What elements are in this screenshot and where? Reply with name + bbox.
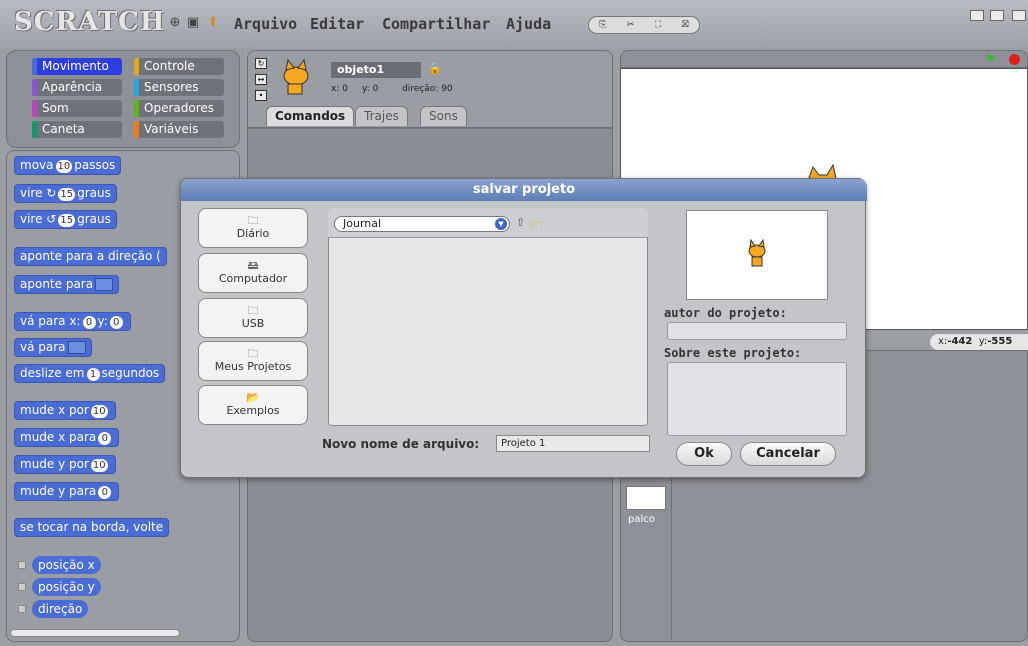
about-label: Sobre este projeto: xyxy=(664,346,802,360)
grow-icon[interactable]: ⛶ xyxy=(655,20,661,30)
menu-arquivo[interactable]: Arquivo xyxy=(234,15,297,33)
checkbox-direcao[interactable] xyxy=(18,605,26,613)
block-change-x[interactable]: mude x por 10 xyxy=(14,401,116,420)
block-bounce[interactable]: se tocar na borda, volte xyxy=(14,518,170,537)
save-icon[interactable]: ▣ xyxy=(186,16,200,30)
folder-icon: 🗀 xyxy=(247,304,259,317)
path-dropdown[interactable]: Journal ▼ xyxy=(334,216,510,232)
block-set-x[interactable]: mude x para 0 xyxy=(14,428,120,447)
ok-button[interactable]: Ok xyxy=(676,442,732,466)
folder-icon: 🗀 xyxy=(247,214,259,227)
menu-editar[interactable]: Editar xyxy=(310,15,364,33)
author-field[interactable] xyxy=(667,322,847,340)
parent-folder-icon[interactable]: ⇧ xyxy=(516,216,525,229)
block-goto-xy[interactable]: vá para x: 0 y: 0 xyxy=(14,312,131,331)
block-glide[interactable]: deslize em 1 segundos xyxy=(14,364,166,383)
new-folder-icon[interactable]: 🗁 xyxy=(530,216,544,235)
location-computador[interactable]: 🖴 Computador xyxy=(198,253,308,293)
reporter-direcao[interactable]: direção xyxy=(32,600,89,618)
block-turn-left[interactable]: vire ↺ 15 graus xyxy=(14,210,117,229)
stop-icon[interactable] xyxy=(1009,54,1020,65)
mouse-coordinates: x:-442 y:-555 xyxy=(930,334,1028,350)
scratch-logo: SCRATCH xyxy=(14,7,166,37)
block-move[interactable]: mova 10 passos xyxy=(14,156,122,175)
computer-icon: 🖴 xyxy=(247,259,259,272)
tab-comandos[interactable]: Comandos xyxy=(266,106,355,126)
category-controle[interactable]: Controle xyxy=(134,58,224,75)
globe-icon[interactable]: ⊕ xyxy=(168,16,182,30)
top-bar: SCRATCH ⊕ ▣ ⬆ Arquivo Editar Compartilha… xyxy=(0,0,1028,48)
shrink-icon[interactable]: ⛝ xyxy=(682,20,689,30)
stage-bar: ⚑ xyxy=(620,50,1028,68)
location-usb[interactable]: 🗀 USB xyxy=(198,298,308,338)
tab-sons[interactable]: Sons xyxy=(420,106,467,126)
checkbox-posicao-y[interactable] xyxy=(18,583,26,591)
category-variaveis[interactable]: Variáveis xyxy=(134,121,224,138)
about-field[interactable] xyxy=(667,362,847,436)
menu-ajuda[interactable]: Ajuda xyxy=(506,15,551,33)
category-operadores[interactable]: Operadores xyxy=(134,100,224,117)
sprite-x: x: 0 xyxy=(331,84,348,94)
rotate-all-icon[interactable]: ↻ xyxy=(255,58,267,69)
location-meus-projetos[interactable]: 🗀 Meus Projetos xyxy=(198,341,308,381)
folder-icon: 🗀 xyxy=(247,347,259,360)
location-exemplos[interactable]: 📂 Exemplos xyxy=(198,385,308,425)
lock-icon[interactable]: 🔒 xyxy=(428,62,442,75)
block-turn-right[interactable]: vire ↻ 15 graus xyxy=(14,184,117,203)
flip-left-right-icon[interactable]: ↔ xyxy=(255,74,267,85)
reporter-posicao-x[interactable]: posição x xyxy=(32,556,101,574)
category-movimento[interactable]: Movimento xyxy=(32,58,122,75)
menu-compartilhar[interactable]: Compartilhar xyxy=(382,15,490,33)
sprite-direction: direção: 90 xyxy=(402,84,453,94)
cursor-tools: ⎘ ✂ ⛶ ⛝ xyxy=(588,16,700,34)
category-caneta[interactable]: Caneta xyxy=(32,121,122,138)
block-set-y[interactable]: mude y para 0 xyxy=(14,482,120,501)
filename-label: Novo nome de arquivo: xyxy=(322,437,480,451)
small-stage-icon[interactable] xyxy=(970,10,984,21)
sprite-y: y: 0 xyxy=(362,84,379,94)
location-diario[interactable]: 🗀 Diário xyxy=(198,208,308,248)
block-goto[interactable]: vá para xyxy=(14,338,92,357)
sprite-name-field[interactable]: objeto1 xyxy=(331,62,421,78)
duplicate-icon[interactable]: ⎘ xyxy=(599,20,606,30)
no-rotate-icon[interactable]: • xyxy=(255,90,267,101)
checkbox-posicao-x[interactable] xyxy=(18,561,26,569)
block-change-y[interactable]: mude y por 10 xyxy=(14,455,116,474)
examples-folder-icon: 📂 xyxy=(246,391,260,404)
project-thumbnail xyxy=(686,210,828,300)
cat-thumbnail-icon xyxy=(748,239,766,267)
share-icon[interactable]: ⬆ xyxy=(206,16,220,30)
category-sensores[interactable]: Sensores xyxy=(134,79,224,96)
palette-scrollbar[interactable] xyxy=(10,629,180,637)
dialog-title: salvar projeto xyxy=(181,179,867,201)
block-point-towards[interactable]: aponte para xyxy=(14,275,120,294)
cancel-button[interactable]: Cancelar xyxy=(740,442,836,466)
stage-thumbnail-label: palco xyxy=(628,514,655,525)
filename-input[interactable] xyxy=(496,435,650,452)
green-flag-icon[interactable]: ⚑ xyxy=(985,52,996,66)
normal-stage-icon[interactable] xyxy=(990,10,1004,21)
category-som[interactable]: Som xyxy=(32,100,122,117)
sprite-cat-thumbnail xyxy=(283,58,309,95)
file-list[interactable] xyxy=(328,208,648,426)
reporter-posicao-y[interactable]: posição y xyxy=(32,578,101,596)
block-point-direction[interactable]: aponte para a direção ( xyxy=(14,247,167,266)
presentation-mode-icon[interactable] xyxy=(1012,10,1026,21)
author-label: autor do projeto: xyxy=(664,306,787,320)
chevron-down-icon: ▼ xyxy=(495,218,507,230)
tab-trajes[interactable]: Trajes xyxy=(355,106,408,126)
stage-thumbnail[interactable] xyxy=(626,486,666,510)
category-aparencia[interactable]: Aparência xyxy=(32,79,122,96)
cut-icon[interactable]: ✂ xyxy=(627,20,635,30)
